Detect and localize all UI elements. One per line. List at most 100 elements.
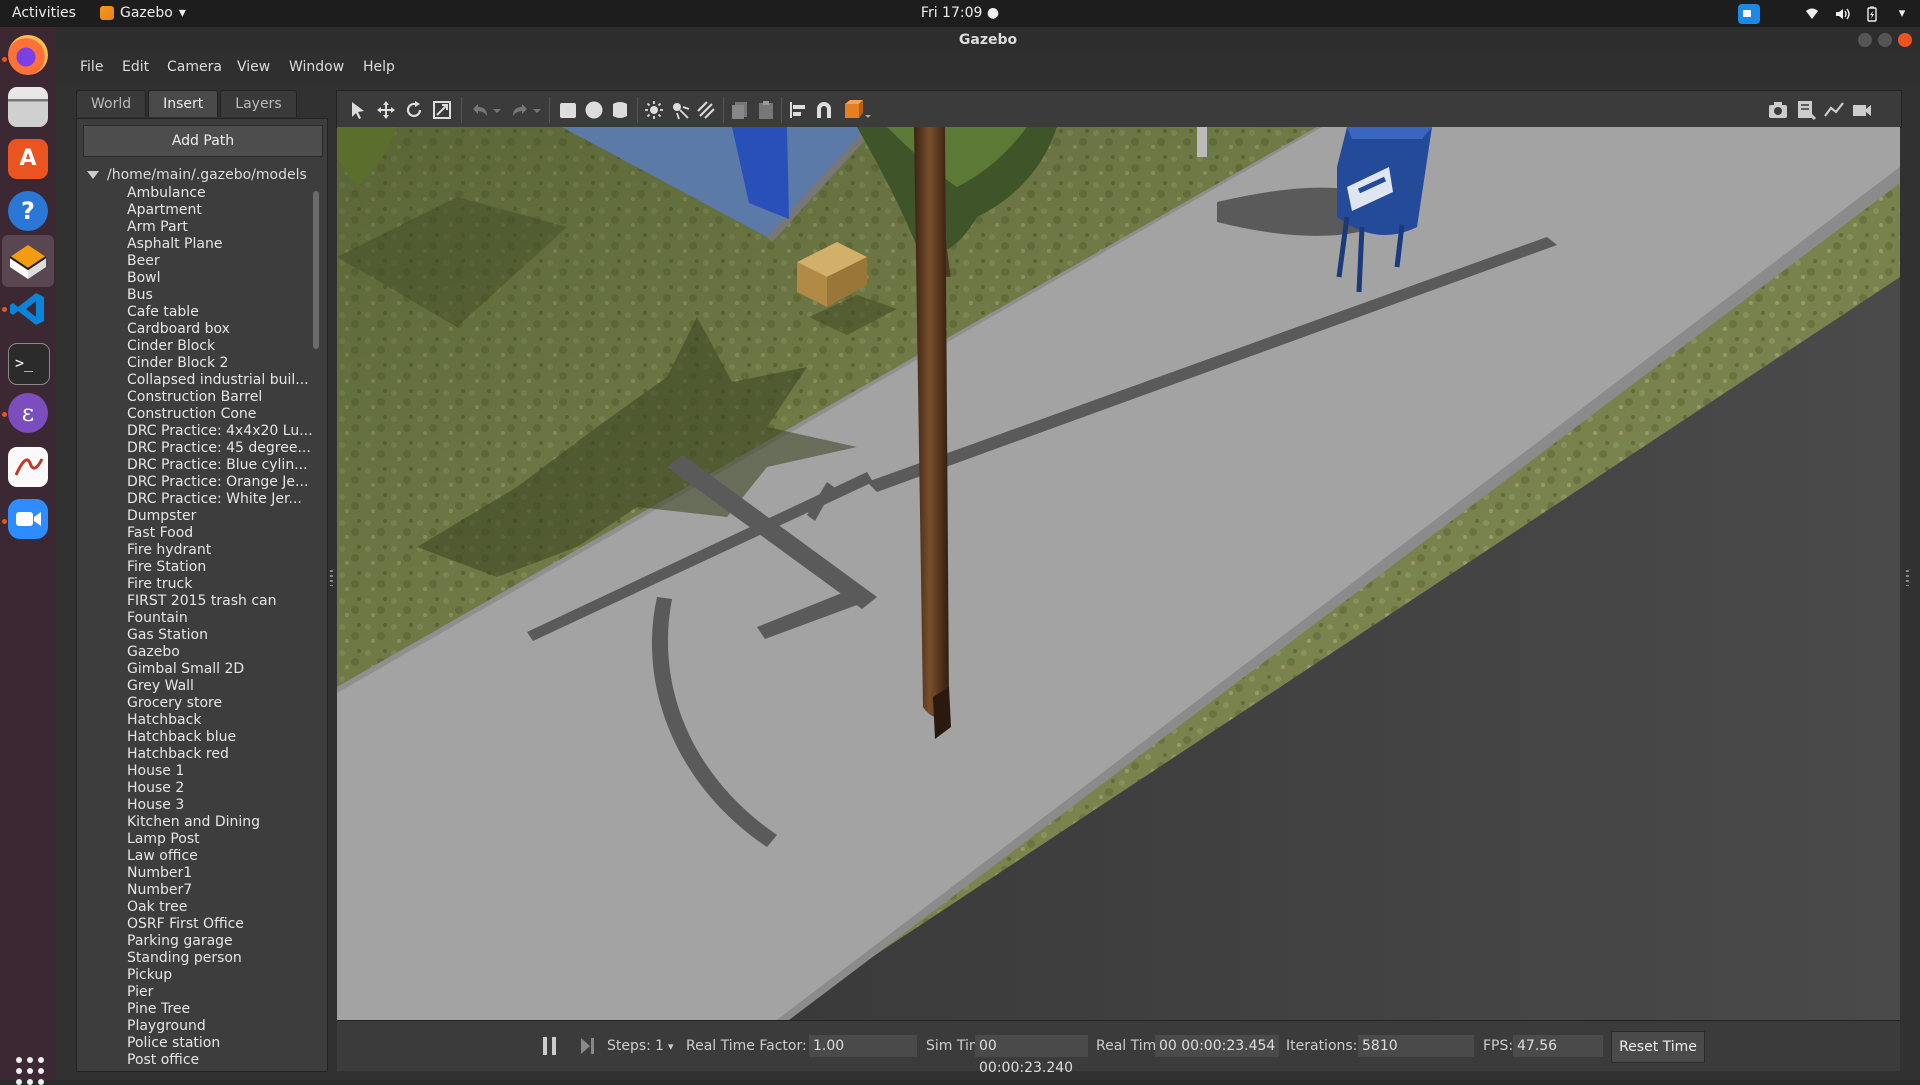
plot-icon[interactable] <box>1823 99 1845 121</box>
model-list-item[interactable]: Fire hydrant <box>127 542 323 559</box>
model-list-item[interactable]: Gazebo <box>127 644 323 661</box>
model-list-item[interactable]: Fountain <box>127 610 323 627</box>
model-list-item[interactable]: Bus <box>127 287 323 304</box>
model-list-item[interactable]: Pine Tree <box>127 1001 323 1018</box>
expand-arrow-icon[interactable] <box>87 171 99 179</box>
model-list-item[interactable]: Pickup <box>127 967 323 984</box>
emacs-icon[interactable]: ε <box>8 393 48 433</box>
model-path-node[interactable]: /home/main/.gazebo/models <box>87 167 307 183</box>
copy-icon[interactable] <box>729 99 751 121</box>
model-list-item[interactable]: DRC Practice: White Jer... <box>127 491 323 508</box>
model-list-item[interactable]: Fire truck <box>127 576 323 593</box>
undo-icon[interactable] <box>469 99 491 121</box>
model-list-item[interactable]: Grocery store <box>127 695 323 712</box>
minimize-button[interactable] <box>1858 33 1872 47</box>
redo-icon[interactable] <box>509 99 531 121</box>
align-icon[interactable] <box>787 99 809 121</box>
model-list-item[interactable]: House 3 <box>127 797 323 814</box>
model-list-item[interactable]: Cafe table <box>127 304 323 321</box>
model-list-item[interactable]: House 1 <box>127 763 323 780</box>
model-list-item[interactable]: Grey Wall <box>127 678 323 695</box>
zoom-tray-icon[interactable] <box>1738 3 1760 24</box>
model-list-item[interactable]: Apartment <box>127 202 323 219</box>
model-list-item[interactable]: OSRF First Office <box>127 916 323 933</box>
gazebo-dock-highlight[interactable] <box>2 235 54 287</box>
right-splitter-handle[interactable] <box>1906 570 1909 586</box>
model-list-item[interactable]: Collapsed industrial buil... <box>127 372 323 389</box>
tree-scrollbar[interactable] <box>313 191 319 349</box>
model-list-item[interactable]: Bowl <box>127 270 323 287</box>
redo-history-icon[interactable] <box>531 99 543 121</box>
app-menu[interactable]: Gazebo ▾ <box>100 5 186 21</box>
show-applications-icon[interactable] <box>16 1057 44 1085</box>
model-list-item[interactable]: Oak tree <box>127 899 323 916</box>
model-list-item[interactable]: Number7 <box>127 882 323 899</box>
model-list-item[interactable]: Hatchback red <box>127 746 323 763</box>
vscode-icon[interactable] <box>8 289 48 329</box>
menu-help[interactable]: Help <box>363 59 395 75</box>
model-list-item[interactable]: Ambulance <box>127 185 323 202</box>
paste-icon[interactable] <box>755 99 777 121</box>
scene-viewport[interactable] <box>337 127 1900 1020</box>
model-list-item[interactable]: Kitchen and Dining <box>127 814 323 831</box>
model-list-item[interactable]: DRC Practice: Blue cylin... <box>127 457 323 474</box>
model-list-item[interactable]: Arm Part <box>127 219 323 236</box>
terminal-icon[interactable]: >_ <box>8 343 50 385</box>
model-list-item[interactable]: Law office <box>127 848 323 865</box>
model-list-item[interactable]: DRC Practice: Orange Je... <box>127 474 323 491</box>
directional-light-icon[interactable] <box>695 99 717 121</box>
pdf-viewer-icon[interactable] <box>8 447 48 487</box>
clock[interactable]: Fri 17:09 ● <box>921 5 999 21</box>
menu-file[interactable]: File <box>80 59 103 75</box>
rotate-mode-icon[interactable] <box>403 99 425 121</box>
model-list-item[interactable]: DRC Practice: 45 degree... <box>127 440 323 457</box>
record-video-icon[interactable] <box>1851 99 1873 121</box>
cylinder-shape-icon[interactable] <box>609 99 631 121</box>
model-list-item[interactable]: Number1 <box>127 865 323 882</box>
box-shape-icon[interactable] <box>557 99 579 121</box>
model-list-item[interactable]: Asphalt Plane <box>127 236 323 253</box>
chevron-down-icon[interactable]: ▾ <box>668 1040 674 1053</box>
log-icon[interactable] <box>1795 99 1817 121</box>
model-list-item[interactable]: Playground <box>127 1018 323 1035</box>
software-center-icon[interactable]: A <box>8 139 48 179</box>
select-mode-icon[interactable] <box>347 99 369 121</box>
chevron-down-icon[interactable]: ▾ <box>1894 6 1910 22</box>
model-list-item[interactable]: Cinder Block <box>127 338 323 355</box>
model-list-item[interactable]: Construction Barrel <box>127 389 323 406</box>
tab-insert[interactable]: Insert <box>148 90 219 117</box>
model-list-item[interactable]: Dumpster <box>127 508 323 525</box>
snap-icon[interactable] <box>813 99 835 121</box>
maximize-button[interactable] <box>1878 33 1892 47</box>
undo-history-icon[interactable] <box>491 99 503 121</box>
help-icon[interactable]: ? <box>8 191 48 231</box>
model-list-item[interactable]: Gas Station <box>127 627 323 644</box>
panel-splitter-handle[interactable] <box>330 570 333 586</box>
model-list-item[interactable]: Parking garage <box>127 933 323 950</box>
point-light-icon[interactable] <box>643 99 665 121</box>
firefox-icon[interactable] <box>8 35 48 75</box>
screenshot-icon[interactable] <box>1767 99 1789 121</box>
model-list-item[interactable]: Gimbal Small 2D <box>127 661 323 678</box>
model-list-item[interactable]: Fire Station <box>127 559 323 576</box>
menu-edit[interactable]: Edit <box>122 59 149 75</box>
zoom-icon[interactable] <box>8 499 48 539</box>
menu-view[interactable]: View <box>237 59 270 75</box>
tab-world[interactable]: World <box>76 90 147 117</box>
model-list-item[interactable]: Police station <box>127 1035 323 1052</box>
model-list-item[interactable]: DRC Practice: 4x4x20 Lu... <box>127 423 323 440</box>
wifi-icon[interactable] <box>1804 6 1820 22</box>
step-icon[interactable] <box>580 1037 596 1055</box>
battery-icon[interactable] <box>1864 6 1880 22</box>
model-list-item[interactable]: FIRST 2015 trash can <box>127 593 323 610</box>
menu-window[interactable]: Window <box>289 59 344 75</box>
tab-layers[interactable]: Layers <box>220 90 297 117</box>
model-list-item[interactable]: Construction Cone <box>127 406 323 423</box>
model-list-item[interactable]: Fast Food <box>127 525 323 542</box>
pause-icon[interactable] <box>543 1037 557 1055</box>
reset-time-button[interactable]: Reset Time <box>1611 1031 1705 1063</box>
scale-mode-icon[interactable] <box>431 99 453 121</box>
model-list-item[interactable]: Cardboard box <box>127 321 323 338</box>
files-icon[interactable] <box>8 87 48 127</box>
spot-light-icon[interactable] <box>669 99 691 121</box>
